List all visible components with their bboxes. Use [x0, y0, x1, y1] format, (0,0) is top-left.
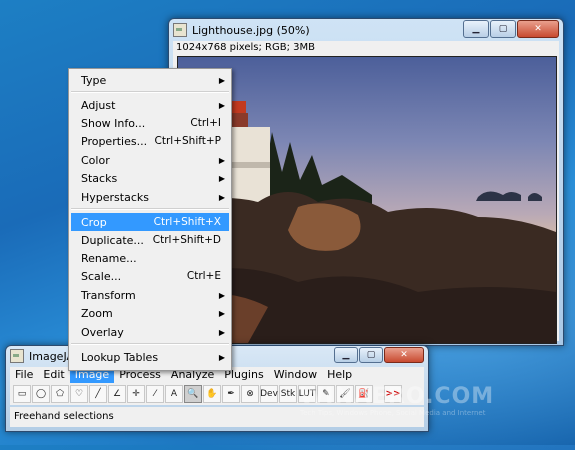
menu-separator [71, 208, 229, 210]
menu-window[interactable]: Window [269, 367, 322, 383]
angle-tool-icon[interactable]: ∠ [108, 385, 126, 403]
menu-edit[interactable]: Edit [38, 367, 69, 383]
menu-item-crop[interactable]: Crop Ctrl+Shift+X [71, 213, 229, 231]
submenu-arrow-icon: ▶ [218, 352, 225, 362]
image-window-titlebar[interactable]: Lighthouse.jpg (50%) ▁ ▢ ✕ [169, 19, 563, 41]
watermark-logo: WINAERO.COM [300, 384, 495, 409]
submenu-arrow-icon: ▶ [218, 155, 225, 165]
submenu-arrow-icon: ▶ [218, 290, 225, 300]
text-tool-icon[interactable]: A [165, 385, 183, 403]
menu-item-show-info[interactable]: Show Info... Ctrl+I [71, 114, 229, 132]
imageja-app-icon [10, 349, 24, 363]
imageja-maximize-button[interactable]: ▢ [359, 347, 383, 363]
submenu-arrow-icon: ▶ [218, 327, 225, 337]
stk-tool-icon[interactable]: Stk [279, 385, 297, 403]
lighthouse-image-canvas[interactable] [177, 56, 557, 344]
imageja-close-button[interactable]: ✕ [384, 347, 424, 363]
submenu-arrow-icon: ▶ [218, 75, 225, 85]
oval-tool-icon[interactable]: ◯ [32, 385, 50, 403]
image-context-menu: Type ▶ Adjust ▶ Show Info... Ctrl+I Properties… [68, 68, 232, 371]
menu-item-label: Stacks [81, 171, 118, 185]
menu-item-hyperstacks[interactable]: Hyperstacks ▶ [71, 188, 229, 206]
maximize-button[interactable]: ▢ [490, 20, 516, 38]
menu-item-adjust[interactable]: Adjust ▶ [71, 96, 229, 114]
dropper-tool-icon[interactable]: ✒ [222, 385, 240, 403]
menu-item-label: Overlay [81, 325, 124, 339]
menu-item-properties[interactable]: Properties... Ctrl+Shift+P [71, 132, 229, 150]
menu-item-label: Lookup Tables [81, 350, 159, 364]
dev-tool-icon[interactable]: Dev [260, 385, 278, 403]
magnifier-tool-icon[interactable]: 🔍 [184, 385, 202, 403]
menu-item-overlay[interactable]: Overlay ▶ [71, 323, 229, 341]
menu-item-label: Duplicate... [81, 233, 144, 247]
polygon-tool-icon[interactable]: ⬠ [51, 385, 69, 403]
menu-item-scale[interactable]: Scale... Ctrl+E [71, 267, 229, 285]
menu-item-shortcut: Ctrl+I [190, 117, 221, 129]
menu-item-label: Transform [81, 288, 136, 302]
watermark-subtitle: Tech Tips, Windows Phone, Social Media a… [300, 409, 486, 417]
menu-item-shortcut: Ctrl+Shift+X [153, 216, 221, 228]
menu-item-zoom[interactable]: Zoom ▶ [71, 304, 229, 322]
menu-separator [71, 91, 229, 93]
menu-help[interactable]: Help [322, 367, 357, 383]
menu-item-label: Crop [81, 215, 107, 229]
menu-separator [71, 343, 229, 345]
menu-item-label: Adjust [81, 98, 116, 112]
menu-item-type[interactable]: Type ▶ [71, 71, 229, 89]
imageja-minimize-button[interactable]: ▁ [334, 347, 358, 363]
freehand-tool-icon[interactable]: ♡ [70, 385, 88, 403]
image-file-icon [173, 23, 187, 37]
menu-item-label: Scale... [81, 269, 122, 283]
submenu-arrow-icon: ▶ [218, 173, 225, 183]
menu-item-label: Show Info... [81, 116, 146, 130]
menu-item-stacks[interactable]: Stacks ▶ [71, 169, 229, 187]
menu-item-color[interactable]: Color ▶ [71, 151, 229, 169]
menu-item-label: Type [81, 73, 107, 87]
menu-item-shortcut: Ctrl+Shift+P [154, 135, 221, 147]
wand-tool-icon[interactable]: ⁄ [146, 385, 164, 403]
point-tool-icon[interactable]: ✛ [127, 385, 145, 403]
menu-item-shortcut: Ctrl+Shift+D [152, 234, 221, 246]
image-window-title: Lighthouse.jpg (50%) [192, 23, 310, 37]
menu-item-transform[interactable]: Transform ▶ [71, 286, 229, 304]
menu-item-label: Zoom [81, 306, 113, 320]
menu-item-label: Color [81, 153, 110, 167]
menu-item-duplicate[interactable]: Duplicate... Ctrl+Shift+D [71, 231, 229, 249]
close-button[interactable]: ✕ [517, 20, 559, 38]
hand-tool-icon[interactable]: ✋ [203, 385, 221, 403]
submenu-arrow-icon: ▶ [218, 100, 225, 110]
menu-item-shortcut: Ctrl+E [186, 270, 221, 282]
lighthouse-photo [178, 101, 556, 343]
rectangle-tool-icon[interactable]: ▭ [13, 385, 31, 403]
menu-item-label: Hyperstacks [81, 190, 149, 204]
line-tool-icon[interactable]: ╱ [89, 385, 107, 403]
submenu-arrow-icon: ▶ [218, 192, 225, 202]
menu-item-lookup-tables[interactable]: Lookup Tables ▶ [71, 348, 229, 366]
minimize-button[interactable]: ▁ [463, 20, 489, 38]
image-info-text: 1024x768 pixels; RGB; 3MB [176, 42, 316, 53]
stop-tool-icon[interactable]: ⊗ [241, 385, 259, 403]
menu-item-rename[interactable]: Rename... [71, 249, 229, 267]
watermark: WINAERO.COM Tech Tips, Windows Phone, So… [300, 384, 530, 417]
menu-item-label: Properties... [81, 134, 148, 148]
menu-item-label: Rename... [81, 251, 137, 265]
submenu-arrow-icon: ▶ [218, 308, 225, 318]
menu-file[interactable]: File [10, 367, 38, 383]
